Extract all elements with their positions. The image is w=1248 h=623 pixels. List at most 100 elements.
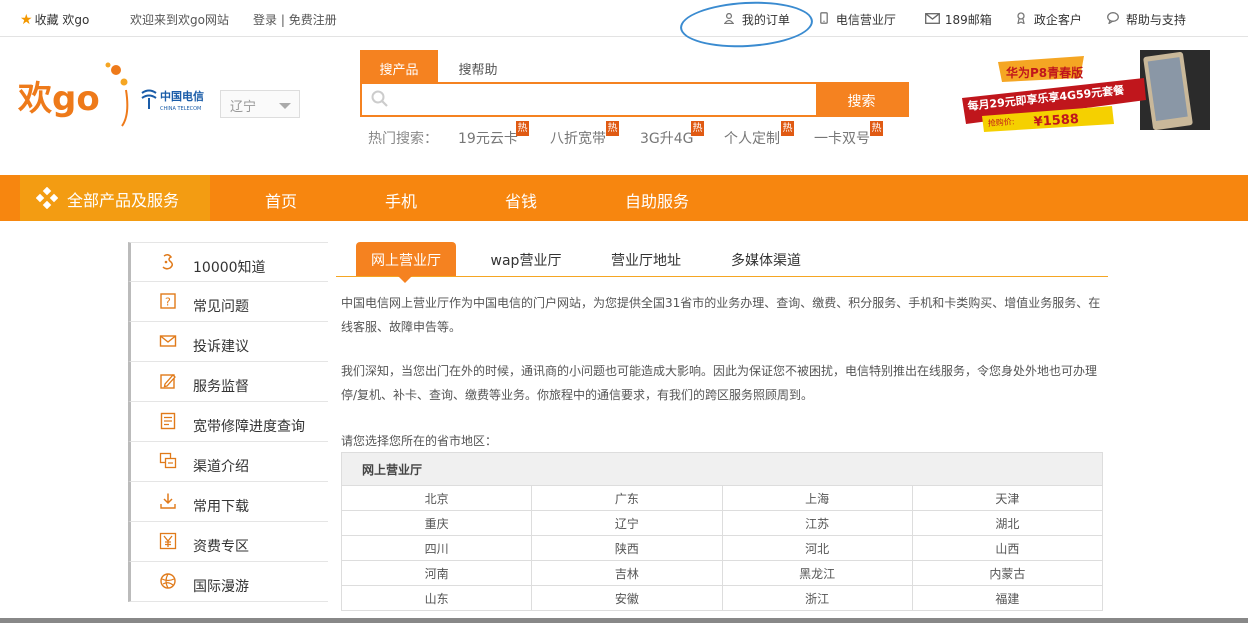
province-link[interactable]: 广东 (531, 485, 723, 511)
sidebar-item-roaming[interactable]: 国际漫游 (128, 562, 328, 602)
table-row: 重庆 辽宁 江苏 湖北 (340, 510, 1104, 536)
province-link[interactable]: 山西 (911, 535, 1104, 561)
hot-keyword[interactable]: 3G升4G (640, 128, 694, 148)
search-input[interactable] (392, 88, 812, 112)
province-link[interactable]: 江苏 (721, 510, 913, 536)
province-link[interactable]: 四川 (340, 535, 533, 561)
login-register: 登录 | 免费注册 (253, 11, 337, 28)
nav-item-home[interactable]: 首页 (265, 188, 297, 212)
sidebar-item-channels[interactable]: 渠道介绍 (128, 442, 328, 482)
nav-item-save[interactable]: 省钱 (505, 188, 537, 212)
hot-keyword[interactable]: 19元云卡 (458, 128, 518, 148)
province-link[interactable]: 福建 (911, 585, 1104, 611)
user-icon (723, 12, 738, 27)
province-link[interactable]: 安徽 (531, 585, 723, 611)
province-link[interactable]: 黑龙江 (721, 560, 913, 586)
yen-icon (159, 532, 177, 550)
badge-icon (1016, 12, 1030, 27)
sidebar-item-tariffs[interactable]: 资费专区 (128, 522, 328, 562)
hot-tag: 热 (781, 121, 794, 136)
province-link[interactable]: 河南 (340, 560, 533, 586)
tab-online-hall[interactable]: 网上营业厅 (356, 242, 456, 283)
tab-hall-address[interactable]: 营业厅地址 (596, 242, 696, 276)
gov-enterprise-link[interactable]: 政企客户 (1016, 11, 1082, 28)
sidebar-item-label: 投诉建议 (193, 339, 249, 355)
hot-keyword[interactable]: 个人定制 (724, 128, 780, 148)
province-link[interactable]: 河北 (721, 535, 913, 561)
province-link[interactable]: 吉林 (531, 560, 723, 586)
main-nav: 全部产品及服务 首页 手机 省钱 自助服务 (0, 175, 1248, 221)
welcome-text: 欢迎来到欢go网站 (130, 13, 229, 27)
hot-tag: 热 (606, 121, 619, 136)
banner-price-label: 抢购价: (987, 116, 1014, 128)
nav-item-phones[interactable]: 手机 (385, 188, 417, 212)
separator: | (280, 13, 285, 27)
province-link[interactable]: 浙江 (721, 585, 913, 611)
region-select[interactable]: 辽宁 (220, 90, 300, 118)
search-box: 搜索 (360, 82, 909, 117)
hot-keyword[interactable]: 一卡双号 (814, 128, 870, 148)
service-paragraph: 我们深知，当您出门在外的时候，通讯商的小问题也可能造成大影响。因此为保证您不被困… (341, 364, 1098, 402)
register-link[interactable]: 免费注册 (289, 13, 337, 27)
help-link[interactable]: 帮助与支持 (1107, 11, 1186, 28)
province-link[interactable]: 辽宁 (531, 510, 723, 536)
region-value: 辽宁 (230, 100, 257, 115)
hot-tag: 热 (516, 121, 529, 136)
star-icon: ★ (20, 12, 33, 28)
knowledge-icon (159, 253, 177, 271)
window-bottom-edge (0, 618, 1248, 623)
china-telecom-logo: 中国电信 CHINA TELECOM (140, 87, 212, 113)
province-link[interactable]: 重庆 (340, 510, 533, 536)
promo-banner[interactable]: 华为P8青春版 每月29元即享乐享4G59元套餐 抢购价: ¥1588 (962, 50, 1212, 132)
document-icon (159, 412, 177, 430)
mail-link[interactable]: 189邮箱 (925, 11, 992, 28)
nav-item-self-service[interactable]: 自助服务 (625, 188, 689, 212)
sidebar-item-label: 国际漫游 (193, 579, 249, 595)
sidebar-item-label: 服务监督 (193, 379, 249, 395)
province-table: 网上营业厅 北京 广东 上海 天津 重庆 辽宁 江苏 湖北 四川 陕西 河北 山… (340, 452, 1104, 611)
search-button[interactable]: 搜索 (815, 84, 907, 115)
all-products-menu[interactable]: 全部产品及服务 (20, 175, 210, 221)
table-row: 河南 吉林 黑龙江 内蒙古 (340, 560, 1104, 586)
svg-text:?: ? (165, 296, 171, 309)
login-link[interactable]: 登录 (253, 13, 277, 27)
hot-searches: 热门搜索： 19元云卡 热 八折宽带 热 3G升4G 热 个人定制 热 一卡双号… (368, 121, 883, 148)
sidebar-item-10000-knowledge[interactable]: 10000知道 (128, 242, 328, 282)
province-link[interactable]: 北京 (340, 485, 533, 511)
tab-wap-hall[interactable]: wap营业厅 (476, 242, 576, 276)
my-orders-label: 我的订单 (741, 13, 790, 27)
province-link[interactable]: 内蒙古 (911, 560, 1104, 586)
sidebar-item-downloads[interactable]: 常用下载 (128, 482, 328, 522)
banner-line1: 华为P8青春版 (1006, 65, 1083, 80)
sidebar-item-supervision[interactable]: 服务监督 (128, 362, 328, 402)
channel-icon (159, 452, 177, 470)
download-icon (159, 492, 177, 510)
favorite-link[interactable]: ★ 收藏 欢go (20, 11, 89, 28)
table-row: 山东 安徽 浙江 福建 (340, 585, 1104, 611)
hot-keyword[interactable]: 八折宽带 (550, 128, 606, 148)
province-link[interactable]: 山东 (340, 585, 533, 611)
sidebar-item-label: 宽带修障进度查询 (193, 419, 305, 435)
table-row: 四川 陕西 河北 山西 (340, 535, 1104, 561)
favorite-brand: 欢go (62, 13, 90, 27)
province-link[interactable]: 湖北 (911, 510, 1104, 536)
gov-enterprise-label: 政企客户 (1033, 13, 1082, 27)
sidebar-item-faq[interactable]: ? 常见问题 (128, 282, 328, 322)
province-link[interactable]: 上海 (721, 485, 913, 511)
sidebar-item-complaints[interactable]: 投诉建议 (128, 322, 328, 362)
tab-multimedia[interactable]: 多媒体渠道 (716, 242, 816, 276)
sidebar: 10000知道 ? 常见问题 投诉建议 服务监督 宽带修障进度查询 渠道介绍 常… (128, 242, 328, 602)
all-products-label: 全部产品及服务 (67, 191, 180, 210)
province-link[interactable]: 天津 (911, 485, 1104, 511)
tab-search-help[interactable]: 搜帮助 (438, 50, 518, 83)
province-link[interactable]: 陕西 (531, 535, 723, 561)
telecom-hall-link[interactable]: 电信营业厅 (820, 11, 896, 28)
sidebar-item-broadband-repair[interactable]: 宽带修障进度查询 (128, 402, 328, 442)
my-orders-link[interactable]: 我的订单 (723, 11, 790, 28)
question-icon: ? (159, 292, 177, 310)
tab-search-products[interactable]: 搜产品 (360, 50, 438, 83)
search-icon (370, 89, 390, 109)
sidebar-item-label: 渠道介绍 (193, 459, 249, 475)
huango-logo[interactable]: 欢go (17, 60, 130, 130)
hot-label: 热门搜索： (368, 131, 438, 147)
